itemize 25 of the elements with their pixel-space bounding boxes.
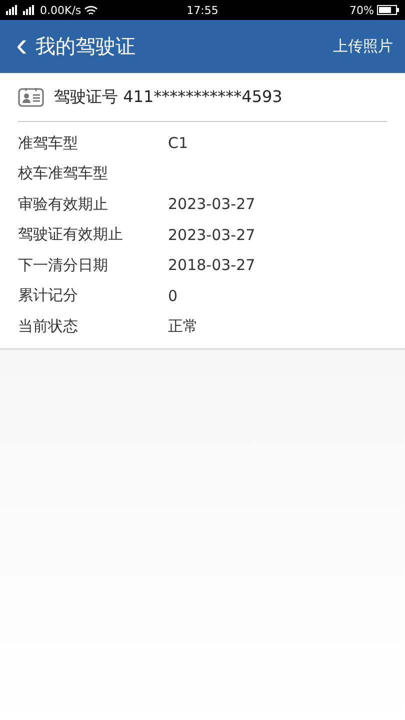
field-value: 正常 (168, 316, 198, 336)
back-button[interactable]: ‹ (12, 28, 36, 66)
field-value: 2023-03-27 (168, 195, 256, 214)
signal-icon (23, 5, 37, 15)
network-speed: 0.00K/s (40, 4, 82, 16)
field-value: 2023-03-27 (168, 226, 256, 244)
page-title: 我的驾驶证 (35, 33, 136, 60)
signal-icon (6, 5, 20, 15)
field-label: 驾驶证有效期止 (18, 225, 124, 244)
field-label: 准驾车型 (18, 134, 79, 153)
field-label: 当前状态 (18, 316, 79, 336)
battery-icon (377, 5, 399, 15)
field-label: 累计记分 (18, 286, 79, 306)
license-number: 驾驶证号 411***********4593 (54, 86, 282, 108)
field-label: 校车准驾车型 (18, 164, 109, 184)
id-card-icon (18, 87, 44, 107)
field-value: 0 (168, 286, 178, 305)
wifi-icon (84, 4, 98, 16)
field-label: 下一清分日期 (18, 256, 109, 275)
upload-photo-button[interactable]: 上传照片 (333, 37, 393, 56)
clock-time: 17:55 (186, 4, 218, 16)
field-value: C1 (168, 134, 188, 152)
field-value: 2018-03-27 (168, 256, 256, 274)
battery-percent: 70% (350, 4, 374, 16)
field-label: 审验有效期止 (18, 194, 109, 214)
